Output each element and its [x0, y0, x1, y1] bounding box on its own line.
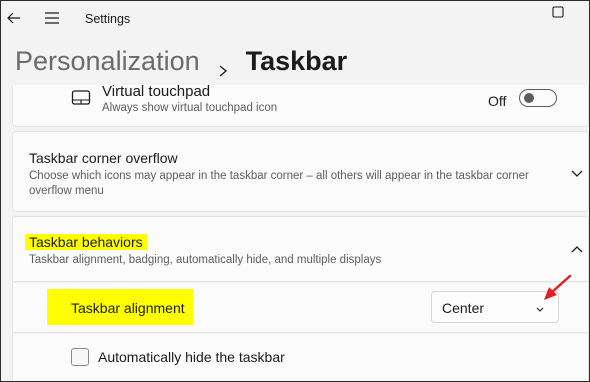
chevron-right-icon [216, 54, 230, 77]
virtual-touchpad-row: Virtual touchpad Always show virtual tou… [12, 83, 589, 127]
overflow-desc-line2: overflow menu [29, 185, 104, 197]
hamburger-menu-icon [45, 12, 59, 24]
app-title: Settings [85, 12, 131, 26]
chevron-up-icon [571, 246, 583, 253]
toggle-state-label: Off [488, 93, 507, 109]
alignment-highlight: Taskbar alignment [47, 289, 193, 325]
maximize-icon [552, 6, 564, 18]
red-arrow-annotation [539, 273, 575, 303]
overflow-desc-line1: Choose which icons may appear in the tas… [29, 170, 529, 182]
breadcrumb: Personalization Taskbar [15, 41, 347, 81]
chevron-down-icon [534, 302, 546, 314]
overflow-title: Taskbar corner overflow [29, 150, 178, 166]
autohide-label[interactable]: Automatically hide the taskbar [98, 349, 285, 365]
touchpad-title: Virtual touchpad [102, 83, 211, 100]
taskbar-alignment-row: Taskbar alignment Center [12, 283, 589, 333]
maximize-button[interactable] [549, 3, 567, 21]
breadcrumb-parent[interactable]: Personalization [15, 46, 200, 77]
touchpad-icon [71, 89, 91, 107]
expand-chevron-button[interactable] [570, 166, 584, 180]
back-arrow-icon [7, 12, 20, 24]
toggle-knob [524, 93, 534, 103]
touchpad-desc: Always show virtual touchpad icon [102, 102, 278, 114]
autohide-checkbox[interactable] [71, 348, 89, 366]
settings-window: Settings Personalization Taskbar Virtual… [0, 0, 590, 382]
behaviors-title: Taskbar behaviors [25, 234, 147, 250]
taskbar-corner-overflow-card[interactable]: Taskbar corner overflow Choose which ico… [12, 131, 589, 212]
virtual-touchpad-toggle[interactable] [519, 89, 557, 107]
collapse-chevron-button[interactable] [570, 243, 584, 257]
chevron-down-icon [571, 170, 583, 177]
nav-menu-button[interactable] [43, 9, 61, 27]
page-title: Taskbar [245, 45, 348, 76]
behaviors-desc: Taskbar alignment, badging, automaticall… [29, 254, 382, 266]
title-bar: Settings [1, 1, 589, 39]
autohide-row: Automatically hide the taskbar [12, 334, 589, 381]
taskbar-behaviors-card[interactable]: Taskbar behaviors Taskbar alignment, bad… [12, 216, 589, 282]
alignment-label: Taskbar alignment [71, 300, 185, 316]
alignment-dropdown-value: Center [442, 300, 485, 316]
back-button[interactable] [5, 9, 23, 27]
